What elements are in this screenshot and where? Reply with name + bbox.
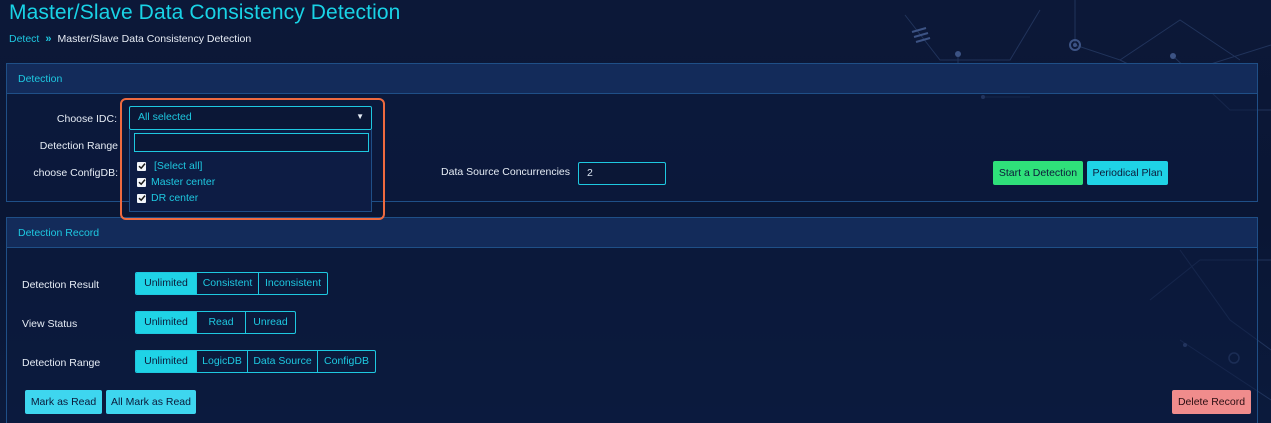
double-chevron-right-icon: » — [45, 33, 52, 45]
choose-idc-label: Choose IDC: — [56, 113, 117, 125]
data-source-concurrencies-label: Data Source Concurrencies — [441, 166, 570, 178]
filter-range-configdb[interactable]: ConfigDB — [318, 351, 375, 372]
data-source-concurrencies-input[interactable]: 2 — [578, 162, 666, 185]
filter-range-logicdb[interactable]: LogicDB — [197, 351, 248, 372]
periodical-plan-button[interactable]: Periodical Plan — [1087, 161, 1168, 185]
filter-status-unlimited[interactable]: Unlimited — [136, 312, 197, 333]
view-status-filter: Unlimited Read Unread — [135, 311, 296, 334]
highlight-annotation-box — [120, 98, 385, 220]
choose-configdb-label: choose ConfigDB: — [33, 167, 118, 179]
filter-result-inconsistent[interactable]: Inconsistent — [259, 273, 327, 294]
view-status-label: View Status — [22, 318, 78, 330]
detection-result-label: Detection Result — [22, 279, 100, 291]
detection-range-filter: Unlimited LogicDB Data Source ConfigDB — [135, 350, 376, 373]
all-mark-as-read-button[interactable]: All Mark as Read — [106, 390, 196, 414]
detection-result-filter: Unlimited Consistent Inconsistent — [135, 272, 328, 295]
page-title: Master/Slave Data Consistency Detection — [9, 1, 401, 24]
breadcrumb-link-detect[interactable]: Detect — [9, 33, 39, 45]
detection-panel-header: Detection — [7, 64, 1257, 94]
filter-range-data-source[interactable]: Data Source — [248, 351, 318, 372]
filter-status-unread[interactable]: Unread — [246, 312, 295, 333]
mark-as-read-button[interactable]: Mark as Read — [25, 390, 102, 414]
filter-result-consistent[interactable]: Consistent — [197, 273, 259, 294]
start-detection-button[interactable]: Start a Detection — [993, 161, 1083, 185]
delete-record-button[interactable]: Delete Record — [1172, 390, 1251, 414]
filter-result-unlimited[interactable]: Unlimited — [136, 273, 197, 294]
breadcrumb: Detect » Master/Slave Data Consistency D… — [9, 33, 251, 45]
breadcrumb-current: Master/Slave Data Consistency Detection — [57, 33, 252, 45]
record-detection-range-label: Detection Range — [22, 357, 101, 369]
filter-range-unlimited[interactable]: Unlimited — [136, 351, 197, 372]
detection-range-label: Detection Range — [39, 140, 118, 152]
detection-record-header: Detection Record — [7, 218, 1257, 248]
filter-status-read[interactable]: Read — [197, 312, 246, 333]
